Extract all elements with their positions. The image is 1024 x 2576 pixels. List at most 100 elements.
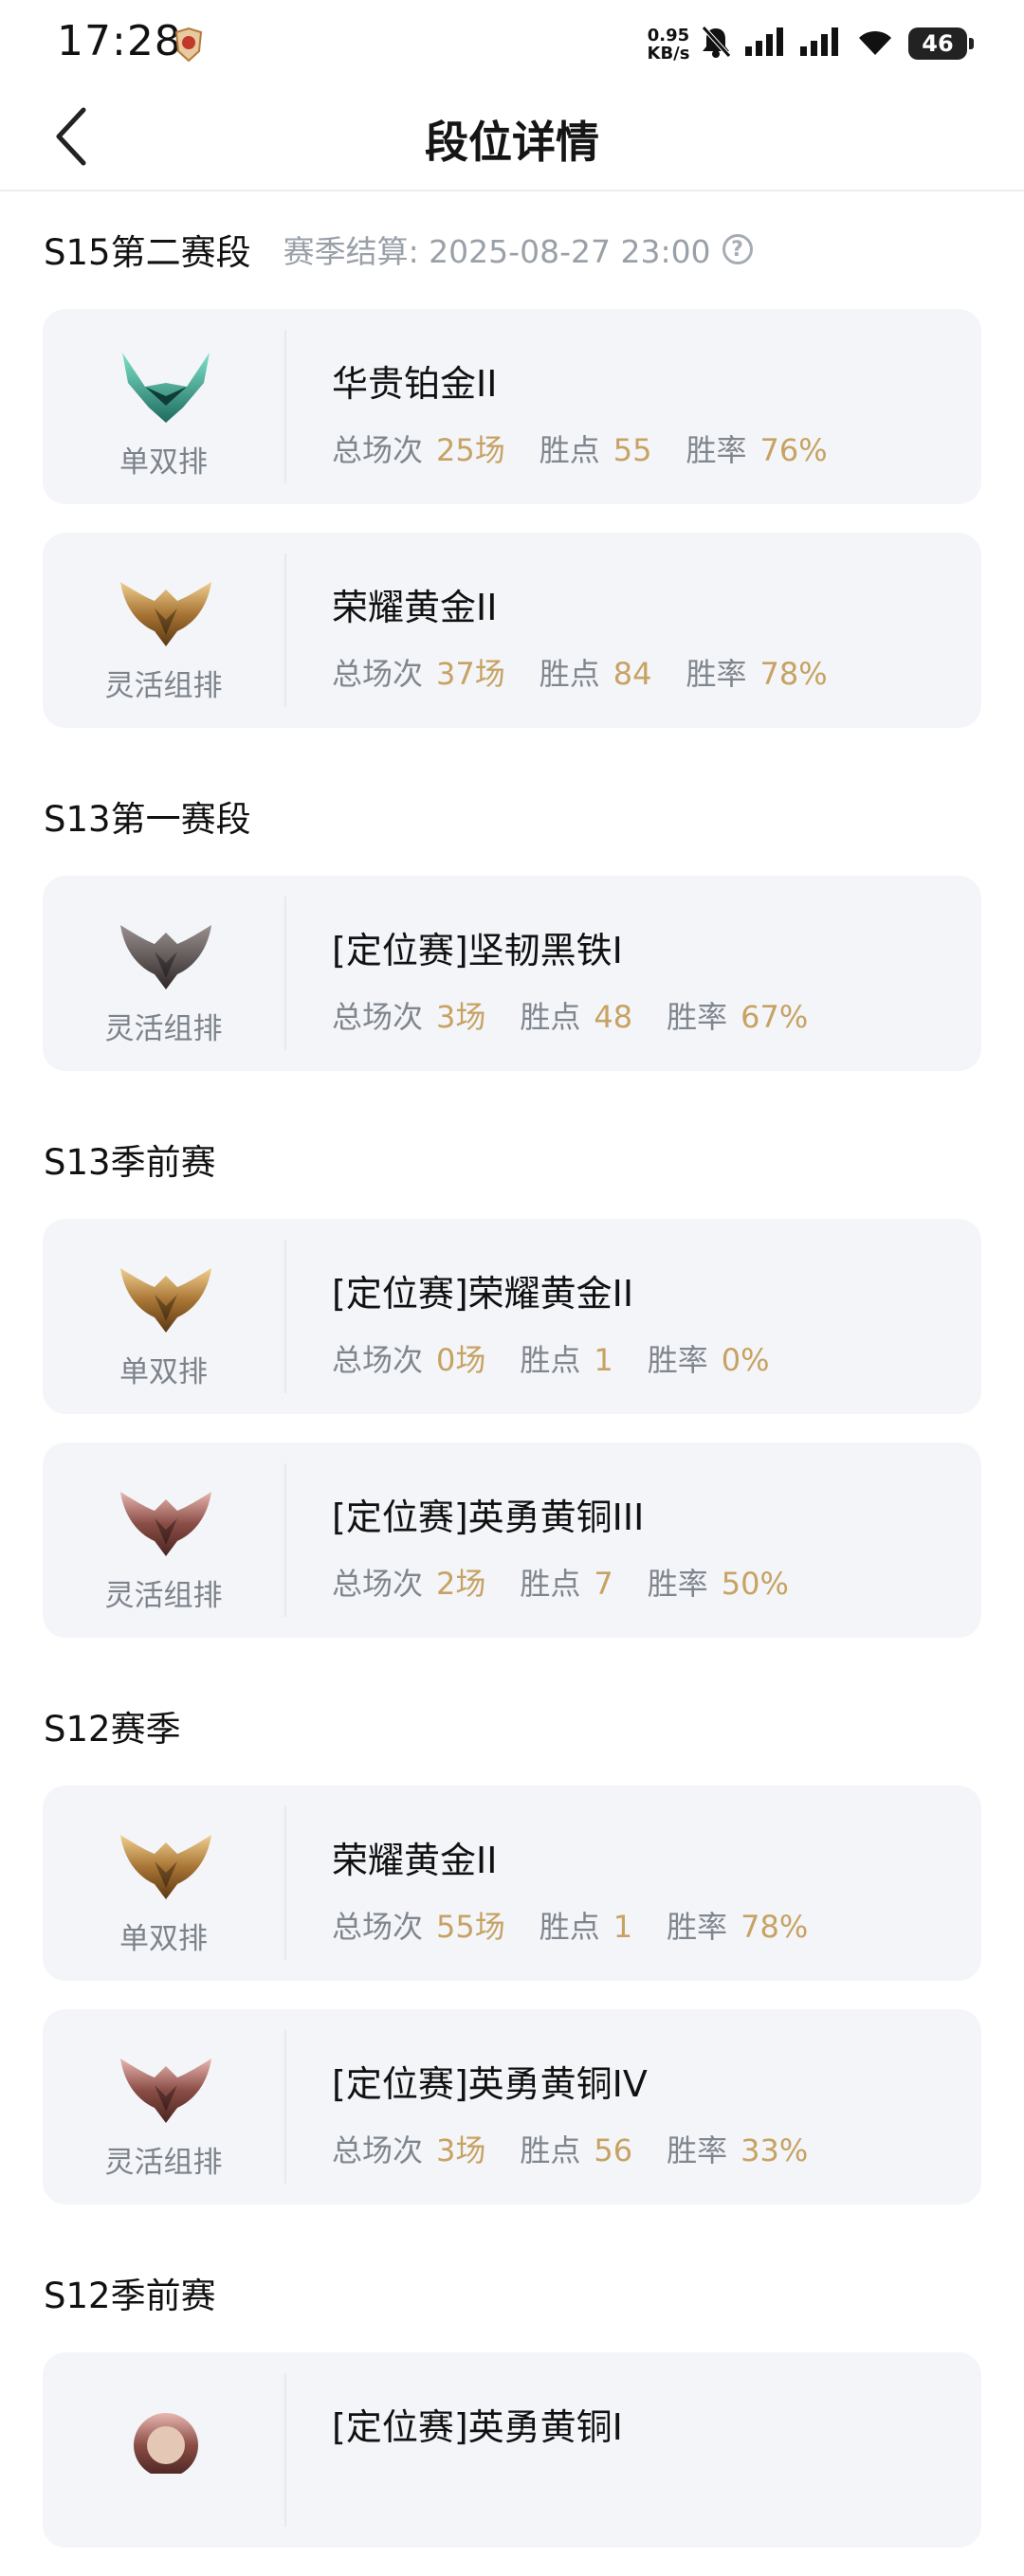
queue-type: 灵活组排: [104, 2146, 223, 2180]
rank-emblem-icon: [117, 1478, 215, 1564]
stat-value: 76%: [759, 432, 828, 468]
wifi-icon: [855, 27, 895, 61]
rank-emblem-area: 单双排: [43, 1219, 284, 1414]
signal-icon-2: [800, 27, 842, 60]
season-name: S13第一赛段: [44, 799, 251, 840]
rank-card[interactable]: 单双排 华贵铂金II 总场次 25场 胜点 55 胜率 76%: [43, 309, 981, 504]
stat-games: 总场次 55场: [332, 1903, 505, 1947]
season-list: S15第二赛段 赛季结算: 2025-08-27 23:00? 单双排 华贵铂金II 总…: [0, 190, 1024, 2576]
season-header: S15第二赛段 赛季结算: 2025-08-27 23:00?: [0, 190, 1024, 309]
season-header: S12季前赛: [0, 2233, 1024, 2352]
card-divider: [284, 330, 286, 483]
stat-value: 48: [594, 999, 633, 1035]
rank-card[interactable]: [定位赛]英勇黄铜I: [43, 2352, 981, 2548]
network-speed: 0.95 KB/s: [645, 27, 692, 63]
card-divider: [284, 553, 286, 707]
rank-stats: 总场次 55场 胜点 1 胜率 78%: [332, 1903, 842, 1947]
rank-emblem-area: 灵活组排: [43, 2009, 284, 2204]
card-divider: [284, 1806, 286, 1960]
stat-points: 胜点 48: [520, 993, 632, 1037]
rank-name: [定位赛]坚韧黑铁I: [332, 930, 623, 971]
card-divider: [284, 2030, 286, 2184]
stat-value: 2场: [436, 1566, 486, 1602]
stat-label: 胜点: [539, 432, 600, 468]
rank-stats: 总场次 0场 胜点 1 胜率 0%: [332, 1336, 804, 1380]
stat-points: 胜点 1: [520, 1336, 613, 1380]
rank-card[interactable]: 灵活组排 [定位赛]英勇黄铜III 总场次 2场 胜点 7 胜率 50%: [43, 1442, 981, 1638]
stat-games: 总场次 25场: [332, 426, 505, 470]
stat-value: 0场: [436, 1342, 486, 1378]
help-icon[interactable]: ?: [722, 234, 753, 264]
queue-type: 单双排: [119, 1355, 208, 1389]
stat-label: 胜率: [686, 656, 747, 692]
bell-muted-icon: [700, 25, 732, 63]
season-name: S13季前赛: [44, 1142, 216, 1183]
season-header: S12赛季: [0, 1666, 1024, 1786]
stat-label: 胜点: [520, 2132, 581, 2168]
stat-value: 84: [613, 656, 652, 692]
rank-card[interactable]: 单双排 荣耀黄金II 总场次 55场 胜点 1 胜率 78%: [43, 1786, 981, 1981]
stat-games: 总场次 2场: [332, 1560, 485, 1604]
stat-value: 33%: [741, 2132, 809, 2168]
rank-name: [定位赛]英勇黄铜I: [332, 2406, 623, 2448]
season-section: S12季前赛 [定位赛]英勇黄铜I: [0, 2233, 1024, 2548]
season-name: S12季前赛: [44, 2276, 216, 2316]
rank-card[interactable]: 灵活组排 [定位赛]英勇黄铜IV 总场次 3场 胜点 56 胜率 33%: [43, 2009, 981, 2204]
battery-level: 46: [922, 30, 954, 57]
rank-stats: 总场次 2场 胜点 7 胜率 50%: [332, 1560, 823, 1604]
season-section: S13第一赛段灵活组排 [定位赛]坚韧黑铁I 总场次 3场 胜点 48 胜率 67%: [0, 756, 1024, 1071]
stat-value: 56: [594, 2132, 633, 2168]
stat-value: 3场: [436, 999, 486, 1035]
stat-label: 胜率: [667, 1909, 728, 1945]
rank-emblem-area: 单双排: [43, 309, 284, 504]
rank-card[interactable]: 灵活组排 [定位赛]坚韧黑铁I 总场次 3场 胜点 48 胜率 67%: [43, 876, 981, 1071]
stat-value: 3场: [436, 2132, 486, 2168]
rank-name: [定位赛]英勇黄铜IV: [332, 2063, 648, 2105]
stat-winrate: 胜率 78%: [686, 650, 827, 694]
rank-emblem-icon: [117, 1822, 215, 1907]
signal-icon: [745, 27, 787, 60]
rank-stats: 总场次 3场 胜点 56 胜率 33%: [332, 2127, 842, 2170]
rank-emblem-icon: [117, 345, 215, 430]
stat-label: 胜点: [520, 999, 581, 1035]
stat-label: 胜点: [520, 1566, 581, 1602]
rank-stats: 总场次 3场 胜点 48 胜率 67%: [332, 993, 842, 1037]
stat-points: 胜点 1: [539, 1903, 632, 1947]
stat-value: 78%: [741, 1909, 809, 1945]
season-name: S15第二赛段: [44, 232, 251, 273]
rank-emblem-area: 灵活组排: [43, 876, 284, 1071]
rank-stats: 总场次 37场 胜点 84 胜率 78%: [332, 650, 862, 694]
nav-bar: 段位详情: [0, 91, 1024, 191]
stat-label: 胜点: [520, 1342, 581, 1378]
season-section: S15第二赛段 赛季结算: 2025-08-27 23:00? 单双排 华贵铂金II 总…: [0, 190, 1024, 728]
card-divider: [284, 2373, 286, 2527]
rank-card[interactable]: 灵活组排 荣耀黄金II 总场次 37场 胜点 84 胜率 78%: [43, 533, 981, 728]
rank-name: [定位赛]荣耀黄金II: [332, 1273, 634, 1315]
stat-points: 胜点 84: [539, 650, 652, 694]
status-icons: 46: [700, 25, 974, 63]
stat-value: 55: [613, 432, 652, 468]
rank-emblem-area: 灵活组排: [43, 1442, 284, 1638]
rank-stats: 总场次 25场 胜点 55 胜率 76%: [332, 426, 862, 470]
stat-winrate: 胜率 67%: [667, 993, 808, 1037]
stat-value: 7: [594, 1566, 613, 1602]
status-bar: 17:28 0.95 KB/s 46: [0, 0, 1024, 91]
stat-winrate: 胜率 50%: [648, 1560, 789, 1604]
stat-value: 50%: [721, 1566, 789, 1602]
rank-card[interactable]: 单双排 [定位赛]荣耀黄金II 总场次 0场 胜点 1 胜率 0%: [43, 1219, 981, 1414]
app-notification-icon: [173, 27, 205, 64]
rank-name: [定位赛]英勇黄铜III: [332, 1497, 645, 1538]
stat-label: 总场次: [332, 999, 424, 1035]
stat-games: 总场次 0场: [332, 1336, 485, 1380]
stat-winrate: 胜率 76%: [686, 426, 827, 470]
rank-emblem-icon: [117, 1255, 215, 1340]
stat-label: 胜率: [667, 999, 728, 1035]
season-header: S13季前赛: [0, 1099, 1024, 1219]
stat-value: 1: [613, 1909, 633, 1945]
stat-points: 胜点 7: [520, 1560, 613, 1604]
stat-games: 总场次 3场: [332, 2127, 485, 2170]
queue-type: 灵活组排: [104, 1012, 223, 1046]
rank-emblem-area: 灵活组排: [43, 533, 284, 728]
stat-winrate: 胜率 33%: [667, 2127, 808, 2170]
stat-label: 总场次: [332, 1909, 424, 1945]
